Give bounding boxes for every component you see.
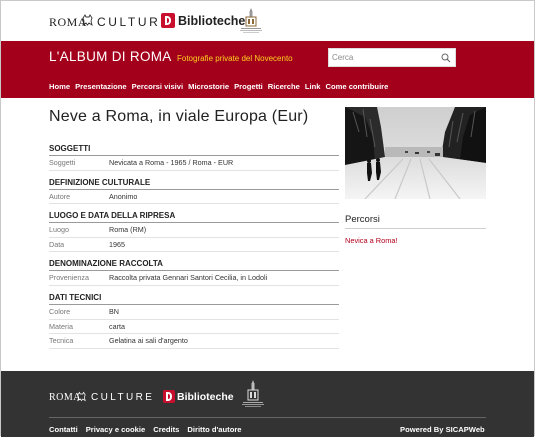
percorso-link[interactable]: Nevica a Roma! (345, 236, 398, 245)
footer-nav: Contatti Privacy e cookie Credits Diritt… (49, 425, 242, 434)
field-label: Materia (49, 321, 73, 331)
biblioteche-logo-icon (161, 13, 175, 28)
top-logo-bar: ROMA CULTURE Biblioteche (1, 1, 534, 41)
culture-logo-text[interactable]: CULTURE (97, 15, 171, 29)
search-input[interactable] (332, 51, 437, 64)
snow-street-photo[interactable] (345, 107, 486, 199)
site-title[interactable]: L'ALBUM DI ROMA (49, 49, 172, 64)
footer-link-diritto-autore[interactable]: Diritto d'autore (187, 425, 241, 434)
nav-come-contribuire[interactable]: Come contribuire (325, 82, 388, 91)
section-denominazione-raccolta: DENOMINAZIONE RACCOLTA Provenienza Racco… (49, 259, 339, 286)
nav-link[interactable]: Link (305, 82, 321, 91)
she-wolf-icon (77, 391, 86, 402)
field-value: Nevicata a Roma - 1965 / Roma - EUR (109, 158, 234, 167)
nav-microstorie[interactable]: Microstorie (188, 82, 229, 91)
section-heading: LUOGO E DATA DELLA RIPRESA (49, 211, 339, 224)
biblioteche-logo-icon (163, 390, 175, 403)
field-value: BN (109, 306, 119, 316)
archive-logo-icon[interactable] (237, 7, 265, 37)
percorsi-heading: Percorsi (345, 214, 380, 225)
field-value: Raccolta privata Gennari Santori Cecilia… (109, 273, 268, 283)
site-header: L'ALBUM DI ROMA Fotografie private del N… (1, 41, 534, 98)
field-label: Data (49, 239, 65, 249)
metadata-sections: SOGGETTI Soggetti Nevicata a Roma - 1965… (49, 144, 339, 356)
field-value: 1965 (109, 239, 125, 249)
table-row: Provenienza Raccolta privata Gennari San… (49, 271, 339, 286)
section-soggetti: SOGGETTI Soggetti Nevicata a Roma - 1965… (49, 144, 339, 171)
section-heading: DATI TECNICI (49, 293, 339, 305)
table-row: Tecnica Gelatina ai sali d'argento (49, 334, 339, 349)
section-heading: DENOMINAZIONE RACCOLTA (49, 259, 339, 272)
main-nav: Home Presentazione Percorsi visivi Micro… (49, 82, 388, 91)
table-row: Colore BN (49, 305, 339, 320)
table-row: Materia carta (49, 320, 339, 335)
field-value: Gelatina ai sali d'argento (109, 336, 188, 346)
field-label: Autore (49, 191, 71, 201)
table-row: Soggetti Nevicata a Roma - 1965 / Roma -… (49, 156, 339, 171)
section-luogo-data: LUOGO E DATA DELLA RIPRESA Luogo Roma (R… (49, 211, 339, 253)
field-label: Provenienza (49, 273, 89, 283)
powered-by-text[interactable]: Powered By SICAPWeb (400, 425, 485, 434)
footer-link-contatti[interactable]: Contatti (49, 425, 78, 434)
nav-progetti[interactable]: Progetti (234, 82, 263, 91)
field-label: Colore (49, 306, 71, 316)
footer-culture-logo[interactable]: CULTURE (91, 392, 154, 403)
field-label: Luogo (49, 225, 69, 235)
archive-logo-icon[interactable] (239, 379, 267, 411)
biblioteche-logo-text[interactable]: Biblioteche (178, 14, 245, 28)
nav-presentazione[interactable]: Presentazione (75, 82, 127, 91)
section-dati-tecnici: DATI TECNICI Colore BN Materia carta Tec… (49, 293, 339, 349)
table-row: Data 1965 (49, 238, 339, 253)
field-value: Roma (RM) (109, 225, 147, 235)
divider (345, 228, 486, 229)
site-footer: ROMA CULTURE Biblioteche Contatti Privac… (1, 371, 534, 437)
nav-percorsi-visivi[interactable]: Percorsi visivi (132, 82, 184, 91)
section-heading: SOGGETTI (49, 144, 339, 156)
field-value: Anonimo (109, 191, 138, 201)
section-definizione-culturale: DEFINIZIONE CULTURALE Autore Anonimo (49, 178, 339, 205)
field-label: Tecnica (49, 336, 74, 346)
she-wolf-icon (82, 14, 93, 26)
search-icon[interactable] (441, 53, 451, 63)
field-label: Soggetti (49, 158, 76, 167)
section-heading: DEFINIZIONE CULTURALE (49, 178, 339, 190)
footer-link-credits[interactable]: Credits (153, 425, 179, 434)
site-subtitle: Fotografie private del Novecento (177, 54, 293, 63)
table-row: Autore Anonimo (49, 190, 339, 205)
footer-divider (49, 417, 486, 418)
search-box (328, 48, 456, 67)
table-row: Luogo Roma (RM) (49, 223, 339, 238)
footer-biblioteche-logo[interactable]: Biblioteche (177, 391, 234, 403)
nav-home[interactable]: Home (49, 82, 70, 91)
page-title: Neve a Roma, in viale Europa (Eur) (49, 108, 309, 125)
footer-link-privacy[interactable]: Privacy e cookie (86, 425, 146, 434)
field-value: carta (109, 321, 125, 331)
nav-ricerche[interactable]: Ricerche (268, 82, 300, 91)
